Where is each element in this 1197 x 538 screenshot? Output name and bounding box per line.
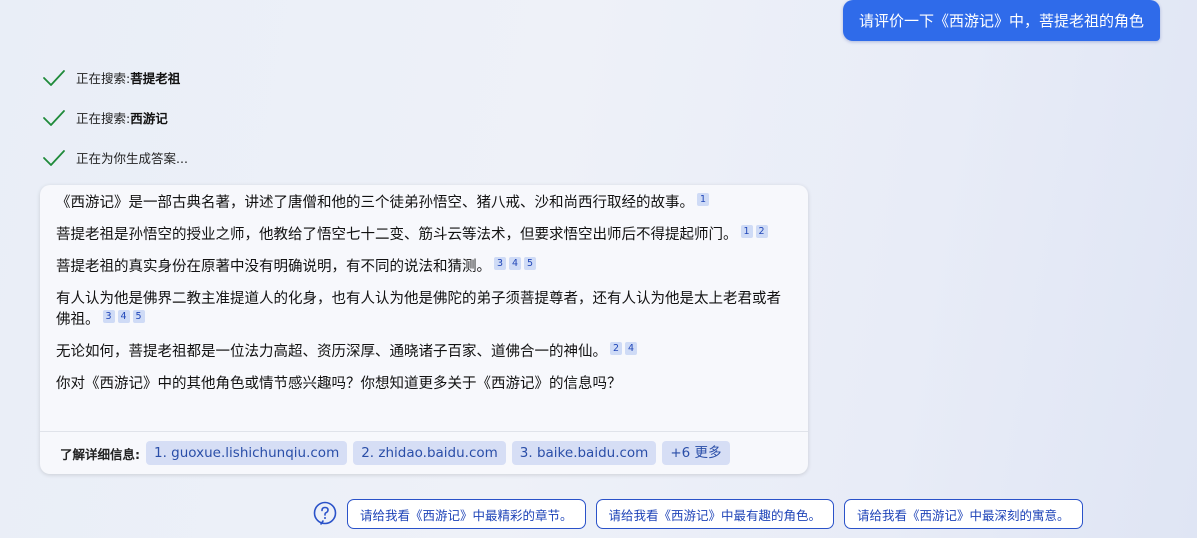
citation-badge[interactable]: 2 bbox=[755, 225, 768, 238]
check-icon bbox=[43, 69, 65, 86]
answer-paragraph: 你对《西游记》中的其他角色或情节感兴趣吗？你想知道更多关于《西游记》的信息吗？ bbox=[56, 374, 794, 395]
suggestion-button-3[interactable]: 请给我看《西游记》中最深刻的寓意。 bbox=[844, 499, 1083, 529]
status-term: 西游记 bbox=[130, 111, 168, 126]
answer-paragraph: 有人认为他是佛界二教主准提道人的化身，也有人认为他是佛陀的弟子须菩提尊者，还有人… bbox=[56, 289, 794, 331]
answer-text: 无论如何，菩提老祖都是一位法力高超、资历深厚、通晓诸子百家、道佛合一的神仙。 bbox=[56, 344, 607, 360]
citation-badge[interactable]: 4 bbox=[509, 257, 521, 270]
citation-badge[interactable]: 1 bbox=[697, 193, 709, 206]
status-prefix: 正在为你生成答案... bbox=[76, 151, 188, 166]
answer-paragraph: 菩提老祖的真实身份在原著中没有明确说明，有不同的说法和猜测。 3 4 5 bbox=[56, 257, 794, 278]
answer-card: 《西游记》是一部古典名著，讲述了唐僧和他的三个徒弟孙悟空、猪八戒、沙和尚西行取经… bbox=[40, 185, 808, 474]
status-term: 菩提老祖 bbox=[130, 71, 181, 86]
learn-more-label: 了解详细信息: bbox=[60, 446, 140, 462]
learn-more-bar: 了解详细信息: 1. guoxue.lishichunqiu.com 2. zh… bbox=[40, 431, 808, 474]
user-message-bubble: 请评价一下《西游记》中，菩提老祖的角色 bbox=[842, 0, 1160, 41]
answer-text: 菩提老祖的真实身份在原著中没有明确说明，有不同的说法和猜测。 bbox=[56, 259, 491, 275]
status-searching-2: 正在搜索: 西游记 bbox=[42, 108, 168, 127]
check-icon bbox=[43, 109, 65, 126]
more-sources-button[interactable]: +6 更多 bbox=[662, 441, 730, 465]
answer-paragraph: 《西游记》是一部古典名著，讲述了唐僧和他的三个徒弟孙悟空、猪八戒、沙和尚西行取经… bbox=[56, 193, 794, 214]
answer-body: 《西游记》是一部古典名著，讲述了唐僧和他的三个徒弟孙悟空、猪八戒、沙和尚西行取经… bbox=[40, 185, 808, 395]
status-generating: 正在为你生成答案... bbox=[42, 148, 188, 167]
answer-text: 你对《西游记》中的其他角色或情节感兴趣吗？你想知道更多关于《西游记》的信息吗？ bbox=[56, 376, 622, 392]
source-link-3[interactable]: 3. baike.baidu.com bbox=[511, 441, 657, 465]
status-prefix: 正在搜索: bbox=[76, 71, 131, 86]
answer-paragraph: 无论如何，菩提老祖都是一位法力高超、资历深厚、通晓诸子百家、道佛合一的神仙。 2 4 bbox=[56, 342, 794, 363]
suggestion-bar: 请给我看《西游记》中最精彩的章节。 请给我看《西游记》中最有趣的角色。 请给我看… bbox=[312, 499, 1093, 529]
citation-badge[interactable]: 4 bbox=[117, 310, 130, 323]
citation-badge[interactable]: 5 bbox=[132, 310, 145, 323]
citation-badge[interactable]: 5 bbox=[524, 257, 536, 270]
answer-text: 菩提老祖是孙悟空的授业之师，他教给了悟空七十二变、筋斗云等法术，但要求悟空出师后… bbox=[56, 227, 738, 243]
status-prefix: 正在搜索: bbox=[76, 111, 131, 126]
question-help-icon[interactable] bbox=[312, 501, 338, 527]
user-message-text: 请评价一下《西游记》中，菩提老祖的角色 bbox=[858, 12, 1144, 30]
answer-text: 《西游记》是一部古典名著，讲述了唐僧和他的三个徒弟孙悟空、猪八戒、沙和尚西行取经… bbox=[56, 195, 694, 211]
answer-paragraph: 菩提老祖是孙悟空的授业之师，他教给了悟空七十二变、筋斗云等法术，但要求悟空出师后… bbox=[56, 225, 794, 246]
source-link-1[interactable]: 1. guoxue.lishichunqiu.com bbox=[146, 441, 348, 465]
citation-badge[interactable]: 3 bbox=[494, 257, 506, 270]
answer-text: 有人认为他是佛界二教主准提道人的化身，也有人认为他是佛陀的弟子须菩提尊者，还有人… bbox=[56, 291, 781, 328]
status-searching-1: 正在搜索: 菩提老祖 bbox=[42, 68, 180, 87]
citation-badge[interactable]: 2 bbox=[610, 342, 622, 355]
source-link-2[interactable]: 2. zhidao.baidu.com bbox=[353, 441, 506, 465]
suggestion-button-1[interactable]: 请给我看《西游记》中最精彩的章节。 bbox=[347, 499, 586, 529]
suggestion-button-2[interactable]: 请给我看《西游记》中最有趣的角色。 bbox=[595, 499, 835, 529]
check-icon bbox=[43, 149, 65, 166]
citation-badge[interactable]: 3 bbox=[102, 310, 115, 323]
citation-badge[interactable]: 1 bbox=[740, 225, 753, 238]
citation-badge[interactable]: 4 bbox=[625, 342, 637, 355]
